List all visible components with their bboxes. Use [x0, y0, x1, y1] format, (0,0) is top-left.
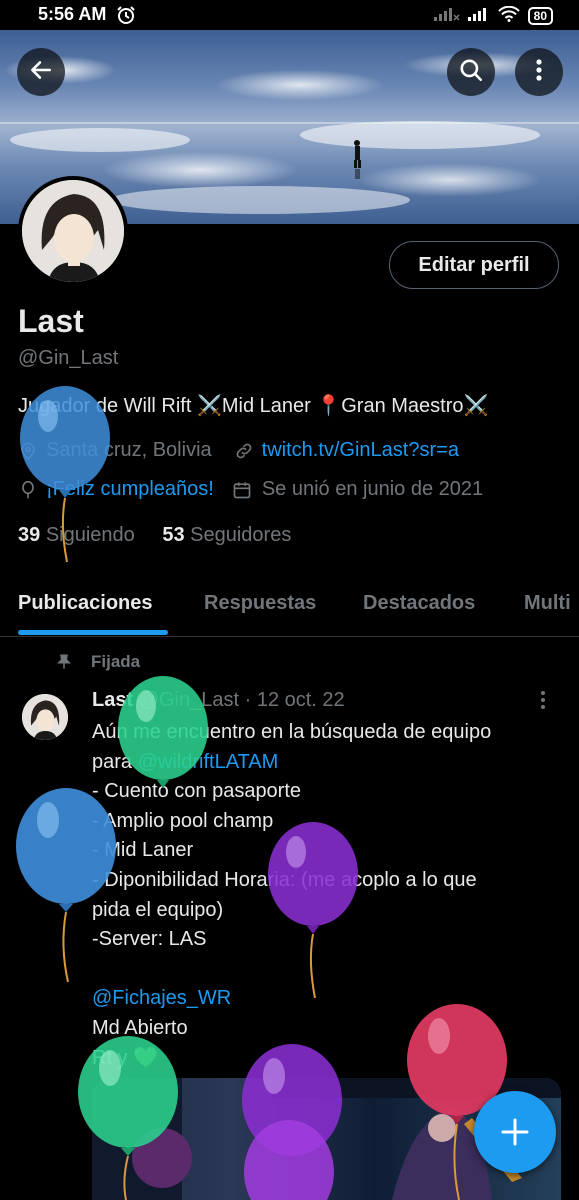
post-line: - Cuento con pasaporte — [92, 780, 302, 803]
post-author-avatar[interactable] — [22, 694, 68, 740]
post-more-button[interactable] — [540, 690, 546, 716]
followers-link[interactable]: 53 Seguidores — [162, 524, 291, 546]
post-line: para @wildriftLATAM — [92, 748, 552, 778]
edit-profile-button[interactable]: Editar perfil — [389, 241, 559, 289]
compose-fab-button[interactable] — [474, 1091, 556, 1173]
post-line: Md Abierto — [92, 1016, 188, 1039]
pinned-label: Fijada — [91, 652, 141, 671]
more-button[interactable] — [515, 48, 563, 96]
post-line — [92, 955, 552, 985]
profile-meta-row-1: Santa cruz, Bolivia twitch.tv/GinLast?sr… — [18, 439, 459, 462]
pin-icon — [55, 653, 73, 671]
post-line: pida el equipo) — [92, 898, 224, 921]
tab-multimedia[interactable]: Multi — [524, 592, 571, 615]
plus-icon — [500, 1117, 530, 1147]
profile-bio: Jugador de Will Rift ⚔️Mid Laner 📍Gran M… — [18, 395, 489, 417]
more-vertical-icon — [540, 691, 546, 715]
battery-indicator: 80 — [527, 6, 553, 25]
post-author-name[interactable]: Last — [92, 689, 133, 711]
post-line: - Amplio pool champ — [92, 809, 274, 832]
profile-tabs: Publicaciones Respuestas Destacados Mult… — [0, 578, 579, 637]
post-line: Aún me encuentro en la búsqueda de equip… — [92, 721, 492, 743]
search-icon — [458, 57, 484, 88]
following-label: Siguiendo — [45, 524, 135, 546]
profile-meta-row-2: ¡Feliz cumpleaños! Se unió en junio de 2… — [18, 478, 483, 501]
profile-name: Last — [18, 303, 84, 339]
profile-avatar[interactable] — [18, 176, 128, 286]
search-button[interactable] — [447, 48, 495, 96]
post-line-text: para — [92, 750, 138, 773]
more-vertical-icon — [535, 58, 543, 87]
back-button[interactable] — [17, 48, 65, 96]
avatar-image — [22, 180, 124, 282]
mention-link[interactable]: @Fichajes_WR — [92, 984, 552, 1014]
post-text: Aún me encuentro en la búsqueda de equip… — [92, 718, 552, 1073]
post-date[interactable]: · 12 oct. 22 — [245, 689, 345, 711]
tab-respuestas[interactable]: Respuestas — [204, 592, 316, 615]
post-author-handle[interactable]: @Gin_Last — [139, 689, 239, 711]
following-count: 39 — [18, 524, 41, 546]
post-line: - Diponibilidad Horaria: (me acoplo a lo… — [92, 868, 477, 891]
post-line: Rt y 💚 — [92, 1046, 159, 1069]
mention-link[interactable]: @wildriftLATAM — [138, 751, 279, 773]
arrow-left-icon — [28, 57, 54, 88]
profile-counts: 39 Siguiendo 53 Seguidores — [18, 524, 291, 547]
post-header: Last @Gin_Last · 12 oct. 22 — [92, 689, 345, 712]
tab-destacados[interactable]: Destacados — [363, 592, 475, 615]
location-icon — [18, 441, 38, 461]
profile-website-link[interactable]: twitch.tv/GinLast?sr=a — [262, 439, 459, 462]
status-time: 5:56 AM — [38, 4, 107, 24]
alarm-icon — [116, 5, 136, 30]
post-line: - Mid Laner — [92, 839, 194, 862]
balloon-icon — [18, 480, 38, 500]
wifi-icon — [497, 5, 520, 25]
link-icon — [234, 441, 254, 461]
tab-publicaciones[interactable]: Publicaciones — [18, 592, 153, 615]
pinned-indicator: Fijada — [55, 652, 140, 672]
profile-location: Santa cruz, Bolivia — [46, 439, 212, 461]
following-link[interactable]: 39 Siguiendo — [18, 524, 135, 546]
profile-joined: Se unió en junio de 2021 — [261, 478, 484, 500]
signal-icon — [433, 7, 460, 24]
followers-count: 53 — [162, 524, 185, 546]
status-bar: 5:56 AM 80 — [0, 0, 579, 30]
followers-label: Seguidores — [190, 524, 292, 546]
profile-birthday[interactable]: ¡Feliz cumpleaños! — [46, 478, 214, 501]
status-icons: 80 — [433, 5, 553, 25]
signal-icon-2 — [467, 7, 490, 24]
profile-handle: @Gin_Last — [18, 347, 119, 369]
post-line: -Server: LAS — [92, 928, 207, 951]
calendar-icon — [232, 480, 252, 500]
active-tab-indicator — [18, 630, 168, 635]
